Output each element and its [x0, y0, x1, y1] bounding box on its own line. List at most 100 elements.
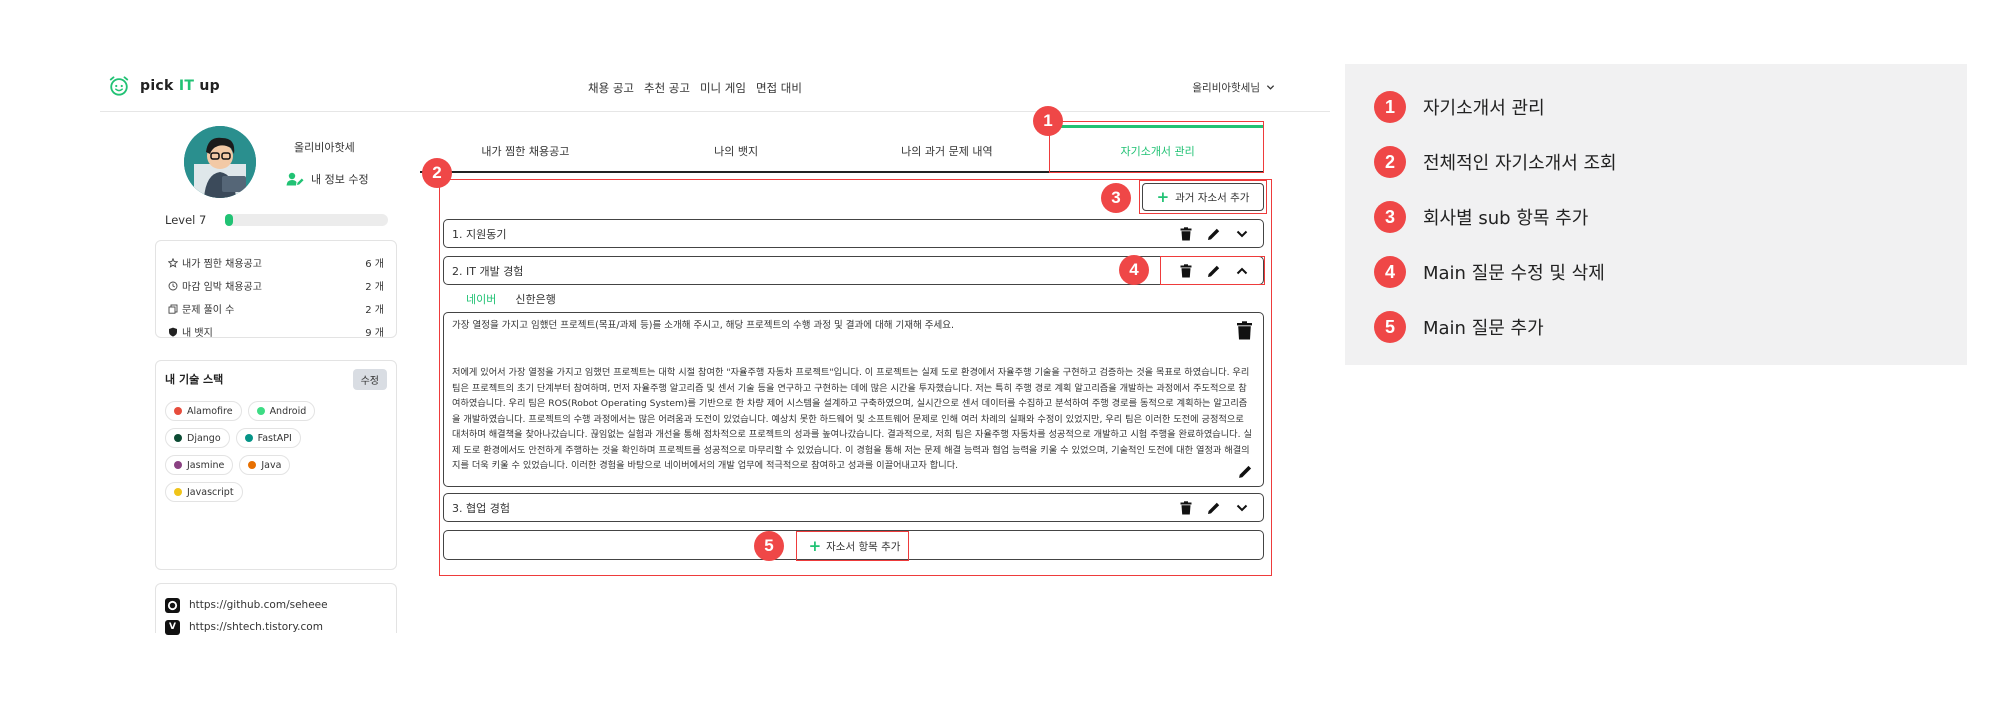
chevron-down-icon[interactable]	[1235, 501, 1249, 515]
javascript-icon	[174, 488, 182, 496]
chevron-up-icon[interactable]	[1235, 264, 1249, 278]
annotation-badge-2: 2	[422, 158, 452, 188]
stat-value: 9 개	[365, 328, 384, 339]
legend-text: 자기소개서 관리	[1423, 98, 1545, 119]
copy-icon	[168, 304, 178, 314]
pencil-icon[interactable]	[1207, 501, 1221, 515]
chevron-down-icon	[1266, 85, 1275, 90]
main-nav: 채용 공고 추천 공고 미니 게임 면접 대비	[588, 80, 802, 96]
legend-item-3: 3 회사별 sub 항목 추가	[1374, 201, 1588, 233]
skill-tag: Android	[247, 401, 316, 421]
answer-question: 가장 열정을 가지고 임했던 프로젝트(목표/과제 등)를 소개해 주시고, 해…	[452, 320, 954, 331]
tab-cover-letter-management[interactable]: 자기소개서 관리	[1052, 125, 1263, 171]
add-past-label: 과거 자소서 추가	[1175, 191, 1250, 204]
stats-card: 내가 찜한 채용공고 6 개 마감 임박 채용공고 2 개 문제 풀이 수 2 …	[155, 240, 397, 339]
answer-box: 가장 열정을 가지고 임했던 프로젝트(목표/과제 등)를 소개해 주시고, 해…	[443, 312, 1264, 487]
annotation-badge-3: 3	[1101, 183, 1131, 213]
annotation-badge-5: 5	[754, 531, 784, 561]
skills-edit-button[interactable]: 수정	[352, 369, 387, 390]
trash-icon[interactable]	[1179, 500, 1193, 515]
java-icon	[248, 461, 257, 469]
tab-my-badges[interactable]: 나의 뱃지	[631, 125, 842, 171]
skill-tag: Javascript	[165, 482, 243, 502]
skill-name: Django	[187, 432, 221, 444]
stat-value: 2 개	[365, 305, 384, 316]
fastapi-icon	[244, 434, 253, 442]
top-header: pick IT up 채용 공고 추천 공고 미니 게임 면접 대비 올리비아핫…	[100, 64, 1330, 112]
stat-value: 2 개	[365, 282, 384, 293]
trash-icon[interactable]	[1179, 226, 1193, 241]
stat-row-problems-solved[interactable]: 문제 풀이 수 2 개	[168, 297, 384, 320]
answer-body: 저에게 있어서 가장 열정을 가지고 임했던 프로젝트는 대학 시절 참여한 "…	[452, 367, 1252, 471]
star-icon	[168, 257, 178, 268]
legend-badge: 3	[1374, 201, 1406, 233]
tab-favorite-jobs[interactable]: 내가 찜한 채용공고	[420, 125, 631, 171]
github-icon	[165, 597, 180, 613]
android-icon	[256, 407, 265, 415]
tab-past-problems[interactable]: 나의 과거 문제 내역	[842, 125, 1053, 171]
plus-icon: +	[1156, 187, 1170, 206]
legend-item-1: 1 자기소개서 관리	[1374, 91, 1545, 123]
question-title: 2. IT 개발 경험	[452, 264, 524, 278]
level-progress-fill	[225, 214, 234, 226]
legend-text: 회사별 sub 항목 추가	[1423, 208, 1589, 229]
skill-tag: Alamofire	[165, 401, 242, 421]
nav-item-mini-game[interactable]: 미니 게임	[700, 80, 746, 96]
nav-item-interview[interactable]: 면접 대비	[756, 80, 802, 96]
chevron-down-icon[interactable]	[1235, 227, 1249, 241]
jasmine-icon	[174, 461, 182, 469]
skill-tag: Java	[239, 455, 291, 475]
legend-badge: 5	[1374, 311, 1406, 343]
company-sub-tabs: 네이버 신한은행	[466, 291, 556, 307]
django-icon	[174, 434, 182, 442]
pencil-icon[interactable]	[1238, 464, 1253, 479]
annotation-badge-4: 4	[1119, 255, 1149, 285]
legend-badge: 2	[1374, 146, 1406, 178]
stat-label: 내 뱃지	[182, 328, 213, 339]
skill-tag: FastAPI	[235, 428, 301, 448]
link-url: https://github.com/seheee	[189, 599, 328, 611]
legend-item-4: 4 Main 질문 수정 및 삭제	[1374, 256, 1605, 288]
alarm-clock-logo-icon	[109, 76, 129, 96]
pencil-icon[interactable]	[1207, 227, 1221, 241]
skill-name: Android	[269, 405, 307, 417]
trash-icon[interactable]	[1236, 321, 1253, 340]
skill-name: Alamofire	[187, 405, 233, 417]
pencil-icon[interactable]	[1207, 264, 1221, 278]
question-title: 1. 지원동기	[452, 227, 507, 241]
alamofire-icon	[174, 407, 182, 415]
plus-icon: +	[808, 536, 822, 555]
stat-label: 문제 풀이 수	[182, 305, 235, 316]
user-menu[interactable]: 올리비아핫세님	[1192, 80, 1275, 95]
nav-item-jobs[interactable]: 채용 공고	[588, 80, 634, 96]
add-past-cover-letter-button[interactable]: + 과거 자소서 추가	[1142, 183, 1264, 211]
skill-name: Javascript	[187, 486, 234, 498]
user-edit-icon	[286, 172, 304, 186]
skill-name: Java	[261, 459, 282, 471]
question-row-3[interactable]: 3. 협업 경험	[443, 493, 1264, 522]
stat-row-favorite-jobs[interactable]: 내가 찜한 채용공고 6 개	[168, 251, 384, 274]
legend-badge: 4	[1374, 256, 1406, 288]
links-card: https://github.com/seheee V https://shte…	[155, 583, 397, 635]
stat-row-deadline-jobs[interactable]: 마감 임박 채용공고 2 개	[168, 274, 384, 297]
nav-item-recommended[interactable]: 추천 공고	[644, 80, 690, 96]
annotation-badge-1: 1	[1033, 106, 1063, 136]
stat-row-badges[interactable]: 내 뱃지 9 개	[168, 320, 384, 343]
edit-info-button[interactable]: 내 정보 수정	[286, 171, 369, 187]
edit-info-label: 내 정보 수정	[311, 173, 369, 186]
clock-icon	[168, 281, 178, 290]
logo[interactable]: pick IT up	[108, 75, 220, 97]
add-cover-letter-item-button[interactable]: + 자소서 항목 추가	[803, 534, 906, 558]
skill-tag: Django	[165, 428, 230, 448]
trash-icon[interactable]	[1179, 263, 1193, 278]
legend-text: Main 질문 추가	[1423, 318, 1544, 339]
level-label: Level 7	[165, 213, 207, 227]
add-item-label: 자소서 항목 추가	[826, 540, 901, 553]
link-github[interactable]: https://github.com/seheee	[165, 594, 387, 616]
profile-name: 올리비아핫세	[294, 141, 355, 154]
sub-tab-shinhan[interactable]: 신한은행	[515, 291, 555, 307]
question-row-1[interactable]: 1. 지원동기	[443, 219, 1264, 248]
link-tistory[interactable]: V https://shtech.tistory.com	[165, 616, 387, 638]
sub-tab-naver[interactable]: 네이버	[466, 291, 496, 307]
legend-item-2: 2 전체적인 자기소개서 조회	[1374, 146, 1617, 178]
